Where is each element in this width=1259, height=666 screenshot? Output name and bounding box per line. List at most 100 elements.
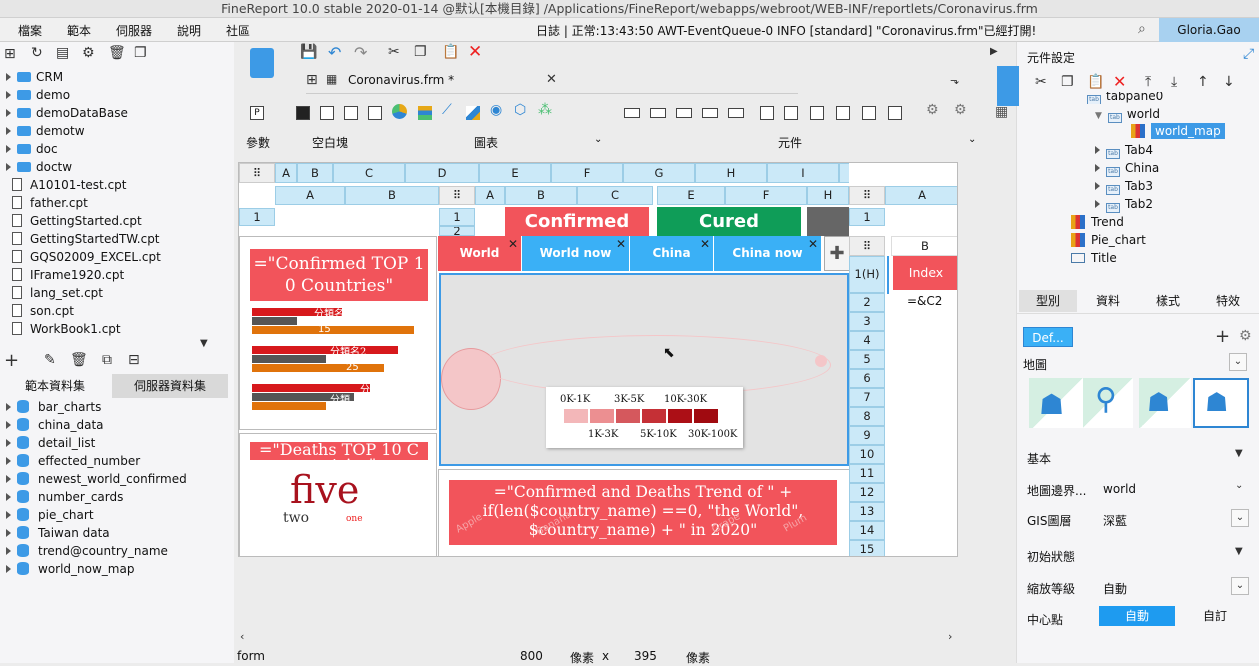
- dropdown-icon[interactable]: ⬎: [950, 74, 959, 87]
- line-chart-icon[interactable]: ⟋: [442, 102, 452, 118]
- chevron-down-icon[interactable]: ▼: [1235, 448, 1243, 459]
- top10-confirmed-chart[interactable]: ="Confirmed TOP 1 0 Countries" 分類名 15 分類…: [239, 236, 437, 430]
- c2-formula-cell[interactable]: =&C2: [907, 294, 942, 308]
- row-header[interactable]: 11: [849, 464, 885, 483]
- trend-chart-block[interactable]: ="Confirmed and Deaths Trend of " + if(l…: [438, 469, 850, 556]
- number-widget-icon[interactable]: [676, 108, 692, 118]
- absolute-layout-icon[interactable]: [296, 106, 310, 120]
- expand-icon[interactable]: [6, 439, 11, 447]
- tree-file[interactable]: WorkBook1.cpt: [6, 322, 121, 340]
- tree-file[interactable]: A10101-test.cpt: [6, 178, 127, 196]
- row-header[interactable]: 12: [849, 483, 885, 502]
- row-header[interactable]: 1: [439, 208, 475, 226]
- tree-folder[interactable]: doctw: [6, 160, 72, 178]
- label-widget-icon[interactable]: [624, 108, 640, 118]
- row-header[interactable]: 1: [849, 208, 885, 226]
- row-header[interactable]: 15: [849, 540, 885, 556]
- expand-icon[interactable]: [6, 547, 11, 555]
- tree-node-title[interactable]: Title: [1071, 251, 1117, 265]
- param-icon[interactable]: P: [250, 106, 264, 120]
- area-chart-icon[interactable]: [466, 106, 480, 120]
- col-header[interactable]: H: [695, 163, 767, 183]
- gauge-chart-icon[interactable]: ◉: [490, 102, 502, 118]
- boundary-value[interactable]: world: [1103, 482, 1136, 496]
- col-header[interactable]: F: [551, 163, 623, 183]
- col-header[interactable]: G: [623, 163, 695, 183]
- expand-icon[interactable]: [6, 565, 11, 573]
- open-icon[interactable]: ▤: [56, 45, 69, 61]
- center-custom-button[interactable]: 自訂: [1177, 606, 1253, 626]
- layout-icon[interactable]: ▦: [995, 104, 1008, 120]
- button-widget-icon[interactable]: [728, 108, 744, 118]
- row-header[interactable]: 6: [849, 369, 885, 388]
- user-name[interactable]: Gloria.Gao: [1159, 18, 1259, 42]
- col-header[interactable]: B: [345, 186, 439, 205]
- close-icon[interactable]: ✕: [508, 227, 518, 262]
- expand-icon[interactable]: [6, 73, 11, 81]
- chevron-down-icon[interactable]: ⌄: [1235, 480, 1243, 491]
- expand-icon[interactable]: [6, 163, 11, 171]
- row-header[interactable]: 1(H): [849, 256, 885, 293]
- row-header[interactable]: 2: [439, 226, 475, 236]
- col-header[interactable]: B: [891, 236, 957, 256]
- index-cell[interactable]: Index: [893, 256, 957, 290]
- save-icon[interactable]: 💾: [300, 44, 317, 60]
- form-canvas[interactable]: ⠿ A B C D E F G H I J K A B 1 ⠿ A B C E …: [238, 162, 958, 557]
- tree-file[interactable]: IFrame1920.cpt: [6, 268, 124, 286]
- col-header[interactable]: C: [333, 163, 405, 183]
- row-header[interactable]: 14: [849, 521, 885, 540]
- file-widget-icon[interactable]: [888, 106, 902, 120]
- width-value[interactable]: 800: [520, 649, 543, 663]
- scroll-right-icon[interactable]: ›: [948, 630, 952, 643]
- col-header[interactable]: B: [297, 163, 333, 183]
- cut-icon[interactable]: ✂: [388, 44, 400, 60]
- dataset-item[interactable]: Taiwan data: [6, 526, 110, 544]
- expand-panel-icon[interactable]: ⤢: [1243, 46, 1254, 62]
- dataset-item[interactable]: bar_charts: [6, 400, 101, 418]
- expand-icon[interactable]: [6, 127, 11, 135]
- tab-world[interactable]: World ✕: [438, 236, 522, 271]
- tree-node-tabpane[interactable]: tab tabpane0: [1087, 92, 1163, 104]
- tab-effect[interactable]: 特效: [1199, 290, 1257, 312]
- dataset-item[interactable]: number_cards: [6, 490, 123, 508]
- cured-card[interactable]: Cured: [657, 207, 801, 236]
- col-header[interactable]: C: [577, 186, 653, 205]
- checkbox-widget-icon[interactable]: [784, 106, 798, 120]
- settings-icon[interactable]: ⚙: [82, 45, 95, 61]
- copy-icon[interactable]: ❐: [414, 44, 427, 60]
- expand-icon[interactable]: [6, 511, 11, 519]
- col-header[interactable]: I: [767, 163, 839, 183]
- row-header[interactable]: 10: [849, 445, 885, 464]
- menu-template[interactable]: 範本: [67, 22, 91, 39]
- chevron-down-icon[interactable]: ⌄: [1229, 353, 1247, 371]
- dataset-item[interactable]: newest_world_confirmed: [6, 472, 187, 490]
- move-top-icon[interactable]: ⤒: [1145, 74, 1151, 90]
- tab-server-datasets[interactable]: 伺服器資料集: [112, 374, 228, 398]
- copy-icon[interactable]: ❐: [134, 45, 147, 61]
- tree-node-world[interactable]: ▼ tab world: [1095, 107, 1160, 123]
- block-layout-icon[interactable]: [344, 106, 358, 120]
- tab-type[interactable]: 型別: [1019, 290, 1077, 312]
- preview-icon[interactable]: ⧉: [102, 352, 112, 368]
- chevron-down-icon[interactable]: ▼: [1235, 546, 1243, 557]
- col-header[interactable]: B: [505, 186, 577, 205]
- move-down-icon[interactable]: ↓: [1223, 74, 1235, 90]
- dataset-item[interactable]: china_data: [6, 418, 104, 436]
- tree-file[interactable]: lang_set.cpt: [6, 286, 103, 304]
- row-header[interactable]: 13: [849, 502, 885, 521]
- gear-icon[interactable]: ⚙: [954, 102, 967, 118]
- radar-chart-icon[interactable]: ⬡: [514, 102, 526, 118]
- col-header[interactable]: E: [657, 186, 725, 205]
- grid-layout-icon[interactable]: [320, 106, 334, 120]
- zoom-value[interactable]: 自動: [1103, 580, 1127, 597]
- form-icon[interactable]: [250, 48, 274, 78]
- confirmed-card[interactable]: Confirmed: [505, 207, 649, 236]
- delete-icon[interactable]: 🗑: [70, 352, 88, 368]
- dataset-item[interactable]: trend@country_name: [6, 544, 168, 562]
- move-up-icon[interactable]: ↑: [1197, 74, 1209, 90]
- redo-icon[interactable]: ↷: [354, 43, 367, 62]
- menu-community[interactable]: 社區: [226, 22, 250, 39]
- tree-folder[interactable]: demotw: [6, 124, 85, 142]
- scroll-left-icon[interactable]: ‹: [240, 630, 244, 643]
- listbox-widget-icon[interactable]: [810, 106, 824, 120]
